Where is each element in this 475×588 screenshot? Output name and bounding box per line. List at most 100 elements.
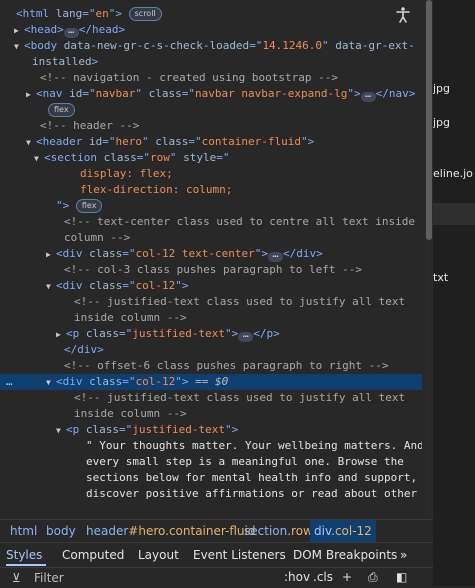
accessibility-icon[interactable] xyxy=(394,6,412,24)
dom-node-line[interactable]: <!-- header --> xyxy=(0,118,422,134)
dom-node-line[interactable]: <!-- col-3 class pushes paragraph to lef… xyxy=(0,262,422,278)
markup-token: class xyxy=(89,279,123,292)
dom-node-line[interactable]: sections below for mental health info an… xyxy=(0,470,422,486)
tab-event-listeners[interactable]: Event Listeners xyxy=(193,543,286,567)
dom-node-line[interactable]: flex xyxy=(0,102,422,118)
expand-children-button[interactable]: … xyxy=(63,26,79,38)
breadcrumb-header[interactable]: header#hero.container-fluid xyxy=(82,520,259,542)
dom-node-selected[interactable]: … ▼ <div class="col-12"> == $0 xyxy=(0,374,422,390)
filter-input[interactable]: ⊻ Filter xyxy=(6,569,270,586)
dom-node-line[interactable]: " Your thoughts matter. Your wellbeing m… xyxy=(0,438,422,454)
node-actions-icon[interactable]: … xyxy=(6,374,13,390)
more-tabs-button[interactable]: » xyxy=(400,543,407,567)
breadcrumb-body[interactable]: body xyxy=(42,520,80,542)
dom-node-line[interactable]: </div> xyxy=(0,342,422,358)
tab-computed[interactable]: Computed xyxy=(62,543,124,567)
scroll-badge[interactable]: scroll xyxy=(128,7,162,21)
breadcrumb-div[interactable]: div.col-12 xyxy=(310,520,376,542)
tab-styles[interactable]: Styles xyxy=(6,543,42,567)
markup-token: =" xyxy=(122,375,136,388)
sidebar-tabs: Styles Computed Layout Event Listeners DOM B… xyxy=(0,542,433,567)
breadcrumb-section[interactable]: section.row xyxy=(240,520,317,542)
dom-node-line[interactable]: every small step is a meaningful one. Br… xyxy=(0,454,422,470)
expand-triangle-icon[interactable]: ▶ xyxy=(26,87,36,103)
markup-token: > xyxy=(91,55,99,68)
tab-layout[interactable]: Layout xyxy=(138,543,179,567)
node-content: ▶ <head>… </head> xyxy=(14,22,125,39)
markup-token: <body xyxy=(24,39,64,52)
html-comment: <!-- offset-6 class pushes paragraph to … xyxy=(64,359,389,372)
markup-token: =" xyxy=(82,87,96,100)
node-content: inside column --> xyxy=(74,406,187,422)
dom-node-line[interactable]: <!-- text-center class used to centre al… xyxy=(0,214,422,230)
dom-node-line[interactable]: ▼ <p class="justified-text"> xyxy=(0,422,422,438)
markup-token: en xyxy=(95,7,109,20)
print-icon[interactable]: ⎙ xyxy=(368,568,378,587)
flex-badge[interactable]: flex xyxy=(75,199,103,213)
node-content: ▼ <div class="col-12"> xyxy=(46,278,189,295)
node-content: ▼ <div class="col-12"> == $0 xyxy=(46,374,228,391)
dom-node-line[interactable]: ▼ <section class="row" style=" xyxy=(0,150,422,166)
text-node: " Your thoughts matter. Your wellbeing m… xyxy=(86,439,422,452)
dom-node-line[interactable]: ▼ <div class="col-12"> xyxy=(0,278,422,294)
dom-node-line[interactable]: <!-- justified-text class used to justif… xyxy=(0,390,422,406)
expand-children-button[interactable]: … xyxy=(360,90,376,102)
dom-node-line[interactable]: column --> xyxy=(0,230,422,246)
dom-node-line[interactable]: ▶ <p class="justified-text">… </p> xyxy=(0,326,422,342)
dom-node-line[interactable]: <!-- offset-6 class pushes paragraph to … xyxy=(0,358,422,374)
markup-token: </div> xyxy=(64,343,104,356)
node-content: inside column --> xyxy=(74,310,187,326)
node-content: ▼ <body data-new-gr-c-s-check-loaded="14.… xyxy=(14,38,415,55)
dom-node-line[interactable]: flex-direction: column; xyxy=(0,182,422,198)
markup-token: " xyxy=(141,135,156,148)
dom-node-line[interactable]: "> flex xyxy=(0,198,422,214)
breadcrumb: html body header#hero.container-fluid secti… xyxy=(0,519,433,542)
hover-state-button[interactable]: :hov xyxy=(284,568,310,587)
markup-token: class xyxy=(89,247,123,260)
collapse-triangle-icon[interactable]: ▼ xyxy=(34,151,44,167)
expand-children-button[interactable]: … xyxy=(267,250,283,262)
dom-node-line[interactable]: ▼ <body data-new-gr-c-s-check-loaded="14.… xyxy=(0,38,422,54)
background-editor-panel: jpg jpg eline.jo txt xyxy=(433,0,475,586)
markup-token: "> xyxy=(224,327,239,340)
collapse-triangle-icon[interactable]: ▼ xyxy=(14,39,24,55)
dom-node-line[interactable]: discover positive affirmations or read a… xyxy=(0,486,422,502)
expand-children-button[interactable]: … xyxy=(238,330,254,342)
dom-node-line[interactable]: <!-- justified-text class used to justif… xyxy=(0,294,422,310)
markup-token: navbar xyxy=(95,87,136,100)
node-content: every small step is a meaningful one. Br… xyxy=(86,454,404,470)
elements-tree[interactable]: <html lang="en"> scroll ▶ <head>… </head> ▼ <… xyxy=(0,0,422,518)
collapse-triangle-icon[interactable]: ▼ xyxy=(56,423,66,439)
dom-node-line[interactable]: inside column --> xyxy=(0,310,422,326)
dom-node-line[interactable]: ▶ <div class="col-12 text-center">… </div> xyxy=(0,246,422,262)
dom-node-line[interactable] xyxy=(0,502,422,518)
collapse-triangle-icon[interactable]: ▼ xyxy=(26,135,36,151)
flex-badge[interactable]: flex xyxy=(48,103,75,117)
collapse-triangle-icon[interactable]: ▼ xyxy=(46,279,56,295)
class-toggle-button[interactable]: .cls xyxy=(313,568,333,587)
markup-token: =" xyxy=(122,279,136,292)
dom-node-line[interactable]: ▶ <head>… </head> xyxy=(0,22,422,38)
markup-token: navbar navbar-expand-lg xyxy=(195,87,348,100)
markup-token: =" xyxy=(119,327,133,340)
markup-token: =" xyxy=(249,39,263,52)
dom-node-line[interactable]: installed> xyxy=(0,54,422,70)
markup-token: =" xyxy=(136,151,150,164)
dom-node-line[interactable]: display: flex; xyxy=(0,166,422,182)
node-content: <!-- offset-6 class pushes paragraph to … xyxy=(64,358,389,374)
tab-dom-breakpoints[interactable]: DOM Breakpoints xyxy=(293,543,397,567)
expand-triangle-icon[interactable]: ▶ xyxy=(46,247,56,263)
expand-triangle-icon[interactable]: ▶ xyxy=(56,327,66,343)
breadcrumb-html[interactable]: html xyxy=(6,520,41,542)
dom-node-line[interactable]: inside column --> xyxy=(0,406,422,422)
new-style-rule-button[interactable]: + xyxy=(342,568,352,587)
markup-token: "> xyxy=(224,423,239,436)
dom-node-line[interactable]: ▼ <header id="hero" class="container-flui… xyxy=(0,134,422,150)
elements-scrollbar-thumb[interactable] xyxy=(426,0,432,240)
collapse-triangle-icon[interactable]: ▼ xyxy=(46,375,56,391)
dom-node-line[interactable]: <html lang="en"> scroll xyxy=(0,6,422,22)
expand-triangle-icon[interactable]: ▶ xyxy=(14,23,24,39)
computed-sidebar-icon[interactable]: ◧ xyxy=(396,568,407,587)
dom-node-line[interactable]: <!-- navigation - created using bootstra… xyxy=(0,70,422,86)
dom-node-line[interactable]: ▶ <nav id="navbar" class="navbar navbar-e… xyxy=(0,86,422,102)
